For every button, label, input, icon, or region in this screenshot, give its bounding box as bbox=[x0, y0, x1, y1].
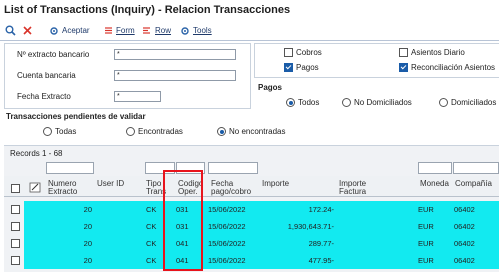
pagos-no-domiciliados-label: No Domiciliados bbox=[354, 98, 412, 107]
accept-button[interactable]: Aceptar bbox=[49, 24, 90, 37]
tools-icon bbox=[181, 26, 189, 35]
pending-todas-label: Todas bbox=[55, 127, 77, 136]
qbe-numero[interactable] bbox=[46, 162, 94, 174]
gear-icon bbox=[50, 26, 58, 35]
row-checkbox[interactable] bbox=[11, 239, 20, 248]
cell-numero: 20 bbox=[83, 222, 92, 231]
close-button[interactable] bbox=[22, 24, 33, 37]
cell-tipo: CK bbox=[146, 205, 157, 214]
numero-extracto-label: Nº extracto bancario bbox=[17, 50, 90, 59]
cell-moneda: EUR bbox=[418, 256, 434, 265]
annotation-highlight-box bbox=[163, 170, 203, 271]
pagos-checkbox[interactable] bbox=[284, 63, 293, 72]
col-moneda[interactable]: Moneda bbox=[420, 180, 452, 188]
asientos-diario-checkbox[interactable] bbox=[399, 48, 408, 57]
pagos-domiciliados-label: Domiciliados bbox=[451, 98, 497, 107]
pagos-todos-radio[interactable] bbox=[286, 98, 295, 107]
select-all-checkbox[interactable] bbox=[11, 184, 20, 193]
window-title: List of Transactions (Inquiry) - Relacio… bbox=[4, 4, 291, 16]
row-menu[interactable]: Row bbox=[142, 24, 171, 37]
pagos-group-title: Pagos bbox=[258, 83, 283, 92]
col-fecha-pago[interactable]: Fecha pago/cobro bbox=[211, 180, 255, 196]
cobros-label: Cobros bbox=[296, 48, 322, 57]
cell-compania: 06402 bbox=[454, 256, 475, 265]
cell-numero: 20 bbox=[83, 205, 92, 214]
pending-todas-radio[interactable] bbox=[43, 127, 52, 136]
tools-label: Tools bbox=[193, 26, 212, 35]
cell-numero: 20 bbox=[83, 256, 92, 265]
cell-numero: 20 bbox=[83, 239, 92, 248]
col-user-id[interactable]: User ID bbox=[97, 180, 127, 188]
form-menu[interactable]: Form bbox=[104, 24, 135, 37]
cell-tipo: CK bbox=[146, 256, 157, 265]
fecha-extracto-label: Fecha Extracto bbox=[17, 92, 71, 101]
accept-label: Aceptar bbox=[62, 26, 90, 35]
reconciliacion-checkbox[interactable] bbox=[399, 63, 408, 72]
cell-fecha: 15/06/2022 bbox=[208, 256, 246, 265]
cell-importe: 1,930,643.71- bbox=[287, 222, 334, 231]
cell-tipo: CK bbox=[146, 239, 157, 248]
records-count: Records 1 - 68 bbox=[10, 149, 63, 158]
cuenta-bancaria-input[interactable]: * bbox=[114, 70, 236, 81]
col-importe-factura[interactable]: Importe Factura bbox=[339, 180, 379, 196]
search-icon bbox=[5, 25, 16, 36]
close-icon bbox=[23, 26, 32, 35]
cell-fecha: 15/06/2022 bbox=[208, 205, 246, 214]
cell-moneda: EUR bbox=[418, 239, 434, 248]
cell-moneda: EUR bbox=[418, 222, 434, 231]
row-icon bbox=[143, 27, 150, 34]
cell-importe: 172.24- bbox=[308, 205, 334, 214]
pending-encontradas-radio[interactable] bbox=[126, 127, 135, 136]
search-button[interactable] bbox=[5, 24, 16, 37]
pending-no-encontradas-label: No encontradas bbox=[229, 127, 286, 136]
cell-fecha: 15/06/2022 bbox=[208, 222, 246, 231]
pagos-todos-label: Todos bbox=[298, 98, 320, 107]
row-checkbox[interactable] bbox=[11, 205, 20, 214]
numero-extracto-input[interactable]: * bbox=[114, 49, 236, 60]
reconciliacion-label: Reconciliación Asientos bbox=[411, 63, 496, 72]
asientos-diario-label: Asientos Diario bbox=[411, 48, 465, 57]
row-label: Row bbox=[155, 26, 172, 35]
cell-importe: 289.77- bbox=[308, 239, 334, 248]
pagos-no-domiciliados-radio[interactable] bbox=[342, 98, 351, 107]
pending-encontradas-label: Encontradas bbox=[138, 127, 183, 136]
col-importe[interactable]: Importe bbox=[262, 180, 322, 188]
form-label: Form bbox=[116, 26, 135, 35]
cell-compania: 06402 bbox=[454, 222, 475, 231]
row-checkbox[interactable] bbox=[11, 222, 20, 231]
toolbar-separator bbox=[0, 40, 499, 41]
qbe-fecha[interactable] bbox=[208, 162, 258, 174]
cuenta-bancaria-label: Cuenta bancaria bbox=[17, 71, 76, 80]
cell-compania: 06402 bbox=[454, 205, 475, 214]
pagos-label: Pagos bbox=[296, 63, 319, 72]
tools-menu[interactable]: Tools bbox=[180, 24, 212, 37]
qbe-moneda[interactable] bbox=[418, 162, 452, 174]
cell-compania: 06402 bbox=[454, 239, 475, 248]
fecha-extracto-input[interactable]: * bbox=[114, 91, 161, 102]
col-numero-extracto[interactable]: Numero Extracto bbox=[48, 180, 88, 196]
cell-importe: 477.95- bbox=[308, 256, 334, 265]
cell-fecha: 15/06/2022 bbox=[208, 239, 246, 248]
qbe-compania[interactable] bbox=[453, 162, 499, 174]
form-icon bbox=[105, 27, 112, 34]
cell-moneda: EUR bbox=[418, 205, 434, 214]
pagos-domiciliados-radio[interactable] bbox=[439, 98, 448, 107]
pending-no-encontradas-radio[interactable] bbox=[217, 127, 226, 136]
col-compania[interactable]: Compañía bbox=[455, 180, 497, 188]
row-checkbox[interactable] bbox=[11, 256, 20, 265]
cobros-checkbox[interactable] bbox=[284, 48, 293, 57]
edit-columns-icon[interactable] bbox=[29, 182, 41, 193]
pending-group-title: Transacciones pendientes de validar bbox=[6, 112, 146, 121]
cell-tipo: CK bbox=[146, 222, 157, 231]
